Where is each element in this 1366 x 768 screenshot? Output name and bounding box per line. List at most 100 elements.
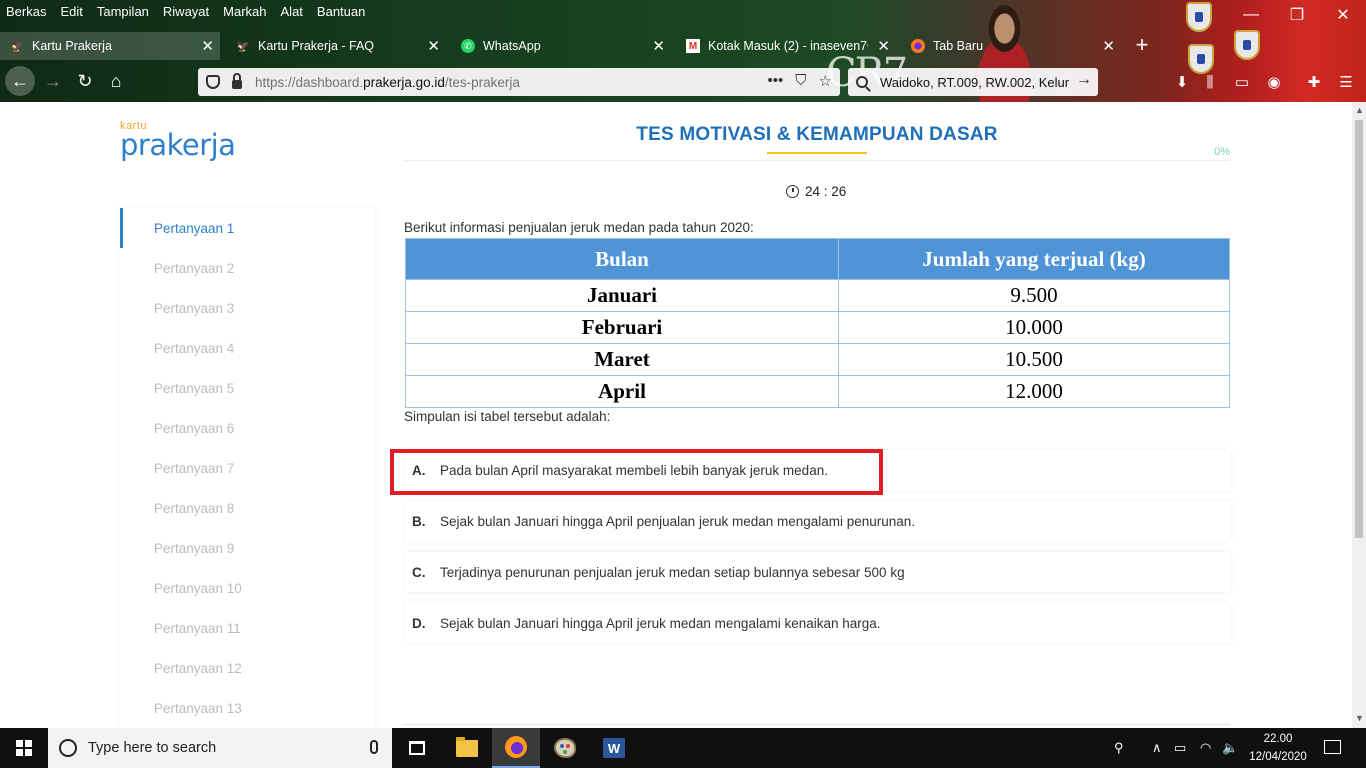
scroll-down-icon[interactable]: ▼ bbox=[1355, 714, 1364, 723]
windows-logo-icon bbox=[16, 740, 32, 756]
scrollbar-thumb[interactable] bbox=[1355, 120, 1363, 538]
extensions-icon[interactable]: ✚ bbox=[1304, 71, 1324, 93]
sidebar-item-question[interactable]: Pertanyaan 12 bbox=[120, 648, 375, 688]
sidebar-item-question[interactable]: Pertanyaan 2 bbox=[120, 248, 375, 288]
close-tab-icon[interactable]: ✕ bbox=[652, 37, 665, 55]
close-tab-icon[interactable]: ✕ bbox=[1102, 37, 1115, 55]
people-icon[interactable]: ⚲ bbox=[1114, 728, 1124, 768]
paint-taskbar-button[interactable] bbox=[541, 728, 589, 768]
sidebar-item-question[interactable]: Pertanyaan 3 bbox=[120, 288, 375, 328]
menu-item-tampilan[interactable]: Tampilan bbox=[97, 4, 149, 19]
minimize-button[interactable]: — bbox=[1228, 0, 1274, 30]
wifi-icon[interactable]: ◠ bbox=[1200, 728, 1211, 768]
tab-new-tab[interactable]: Tab Baru ✕ bbox=[901, 32, 1121, 60]
table-header: Jumlah yang terjual (kg) bbox=[838, 238, 1230, 280]
tab-label: Kartu Prakerja - FAQ bbox=[258, 39, 375, 53]
account-icon[interactable]: ◉ bbox=[1264, 71, 1284, 93]
close-window-button[interactable]: ✕ bbox=[1320, 0, 1366, 30]
url-text[interactable]: https://dashboard.prakerja.go.id/tes-pra… bbox=[255, 75, 520, 90]
menu-item-alat[interactable]: Alat bbox=[281, 4, 303, 19]
answer-option-d[interactable]: D. Sejak bulan Januari hingga April jeru… bbox=[405, 603, 1230, 643]
tab-kartu-prakerja-faq[interactable]: 🦅 Kartu Prakerja - FAQ ✕ bbox=[226, 32, 446, 60]
volume-icon[interactable]: 🔈 bbox=[1222, 728, 1238, 768]
menu-item-bantuan[interactable]: Bantuan bbox=[317, 4, 365, 19]
answer-option-c[interactable]: C. Terjadinya penurunan penjualan jeruk … bbox=[405, 552, 1230, 592]
sidebar-item-question[interactable]: Pertanyaan 4 bbox=[120, 328, 375, 368]
forward-button[interactable]: → bbox=[38, 66, 68, 96]
menu-item-riwayat[interactable]: Riwayat bbox=[163, 4, 209, 19]
page-actions-icon[interactable]: ••• bbox=[768, 72, 784, 90]
battery-icon[interactable]: ▭ bbox=[1174, 728, 1186, 768]
sidebar-item-question[interactable]: Pertanyaan 9 bbox=[120, 528, 375, 568]
close-tab-icon[interactable]: ✕ bbox=[877, 37, 890, 55]
search-input[interactable]: Waidoko, RT.009, RW.002, Kelur bbox=[880, 75, 1076, 90]
prakerja-logo[interactable]: kartu prakerja bbox=[120, 120, 250, 166]
library-icon[interactable]: ⫼ bbox=[1200, 71, 1220, 93]
menu-item-berkas[interactable]: Berkas bbox=[6, 4, 46, 19]
title-underline bbox=[767, 152, 867, 154]
page-scrollbar[interactable]: ▲ ▼ bbox=[1352, 102, 1366, 728]
table-cell-month: April bbox=[405, 375, 839, 408]
url-bar[interactable]: https://dashboard.prakerja.go.id/tes-pra… bbox=[198, 68, 840, 96]
sidebar-item-question[interactable]: Pertanyaan 5 bbox=[120, 368, 375, 408]
theme-shield-icon bbox=[1188, 44, 1214, 74]
file-explorer-button[interactable] bbox=[443, 728, 491, 768]
hamburger-menu-icon[interactable]: ☰ bbox=[1336, 71, 1356, 93]
theme-shield-icon bbox=[1186, 2, 1212, 32]
sidebar-item-question[interactable]: Pertanyaan 7 bbox=[120, 448, 375, 488]
start-button[interactable] bbox=[0, 728, 48, 768]
page-content: kartu prakerja TES MOTIVASI & KEMAMPUAN … bbox=[0, 102, 1352, 728]
new-tab-button[interactable]: + bbox=[1130, 32, 1154, 60]
back-button[interactable]: ← bbox=[5, 66, 35, 96]
sidebar-item-question[interactable]: Pertanyaan 8 bbox=[120, 488, 375, 528]
sidebar-item-question[interactable]: Pertanyaan 1 bbox=[120, 208, 375, 248]
taskbar-search-placeholder: Type here to search bbox=[88, 740, 217, 756]
close-tab-icon[interactable]: ✕ bbox=[427, 37, 440, 55]
show-hidden-icons-chevron-icon[interactable]: ∧ bbox=[1152, 728, 1162, 768]
search-go-icon[interactable]: → bbox=[1076, 71, 1092, 89]
table-cell-amount: 10.500 bbox=[838, 343, 1230, 376]
tracking-protection-icon[interactable] bbox=[206, 75, 220, 89]
lock-icon[interactable] bbox=[232, 72, 242, 89]
clock-date: 12/04/2020 bbox=[1249, 751, 1307, 763]
maximize-button[interactable]: ❐ bbox=[1274, 0, 1320, 30]
menu-item-edit[interactable]: Edit bbox=[60, 4, 82, 19]
tab-gmail-inbox[interactable]: M Kotak Masuk (2) - inaseven707 ✕ bbox=[676, 32, 896, 60]
answer-option-b[interactable]: B. Sejak bulan Januari hingga April penj… bbox=[405, 501, 1230, 541]
option-text: Sejak bulan Januari hingga April penjual… bbox=[440, 513, 916, 529]
table-row: Januari 9.500 bbox=[405, 279, 1230, 312]
home-button[interactable]: ⌂ bbox=[101, 66, 131, 96]
firefox-icon bbox=[911, 39, 925, 53]
close-tab-icon[interactable]: ✕ bbox=[201, 37, 214, 55]
sidebar-item-question[interactable]: Pertanyaan 13 bbox=[120, 688, 375, 728]
progress-percent: 0% bbox=[1214, 146, 1230, 158]
download-icon[interactable]: ⬇ bbox=[1172, 71, 1192, 93]
table-row: Februari 10.000 bbox=[405, 311, 1230, 344]
task-view-button[interactable] bbox=[393, 728, 441, 768]
firefox-taskbar-button[interactable] bbox=[492, 728, 540, 768]
windows-taskbar: Type here to search W ⚲ ∧ ▭ ◠ 🔈 22.00 12… bbox=[0, 728, 1366, 768]
scroll-up-icon[interactable]: ▲ bbox=[1355, 106, 1364, 115]
table-cell-amount: 9.500 bbox=[838, 279, 1230, 312]
search-bar[interactable]: Waidoko, RT.009, RW.002, Kelur → bbox=[848, 68, 1098, 96]
word-taskbar-button[interactable]: W bbox=[590, 728, 638, 768]
pocket-icon[interactable]: ⛉ bbox=[795, 72, 806, 90]
sidebar-item-question[interactable]: Pertanyaan 6 bbox=[120, 408, 375, 448]
tab-whatsapp[interactable]: ✆ WhatsApp ✕ bbox=[451, 32, 671, 60]
taskbar-clock[interactable]: 22.00 12/04/2020 bbox=[1242, 730, 1314, 766]
progress-bar bbox=[404, 160, 1230, 161]
sidebar-icon[interactable]: ▭ bbox=[1232, 71, 1252, 93]
garuda-icon: 🦅 bbox=[236, 40, 250, 53]
sidebar-item-question[interactable]: Pertanyaan 10 bbox=[120, 568, 375, 608]
reload-button[interactable]: ↻ bbox=[70, 66, 100, 96]
table-cell-month: Februari bbox=[405, 311, 839, 344]
bookmark-star-icon[interactable]: ☆ bbox=[819, 72, 832, 90]
action-center-icon[interactable] bbox=[1324, 740, 1341, 754]
sales-table: Bulan Jumlah yang terjual (kg) Januari 9… bbox=[405, 238, 1230, 408]
taskbar-search-box[interactable]: Type here to search bbox=[48, 728, 392, 768]
microphone-icon[interactable] bbox=[370, 740, 378, 754]
tab-kartu-prakerja[interactable]: 🦅 Kartu Prakerja ✕ bbox=[0, 32, 220, 60]
sidebar-item-question[interactable]: Pertanyaan 11 bbox=[120, 608, 375, 648]
menu-item-markah[interactable]: Markah bbox=[223, 4, 266, 19]
table-header: Bulan bbox=[405, 238, 839, 280]
